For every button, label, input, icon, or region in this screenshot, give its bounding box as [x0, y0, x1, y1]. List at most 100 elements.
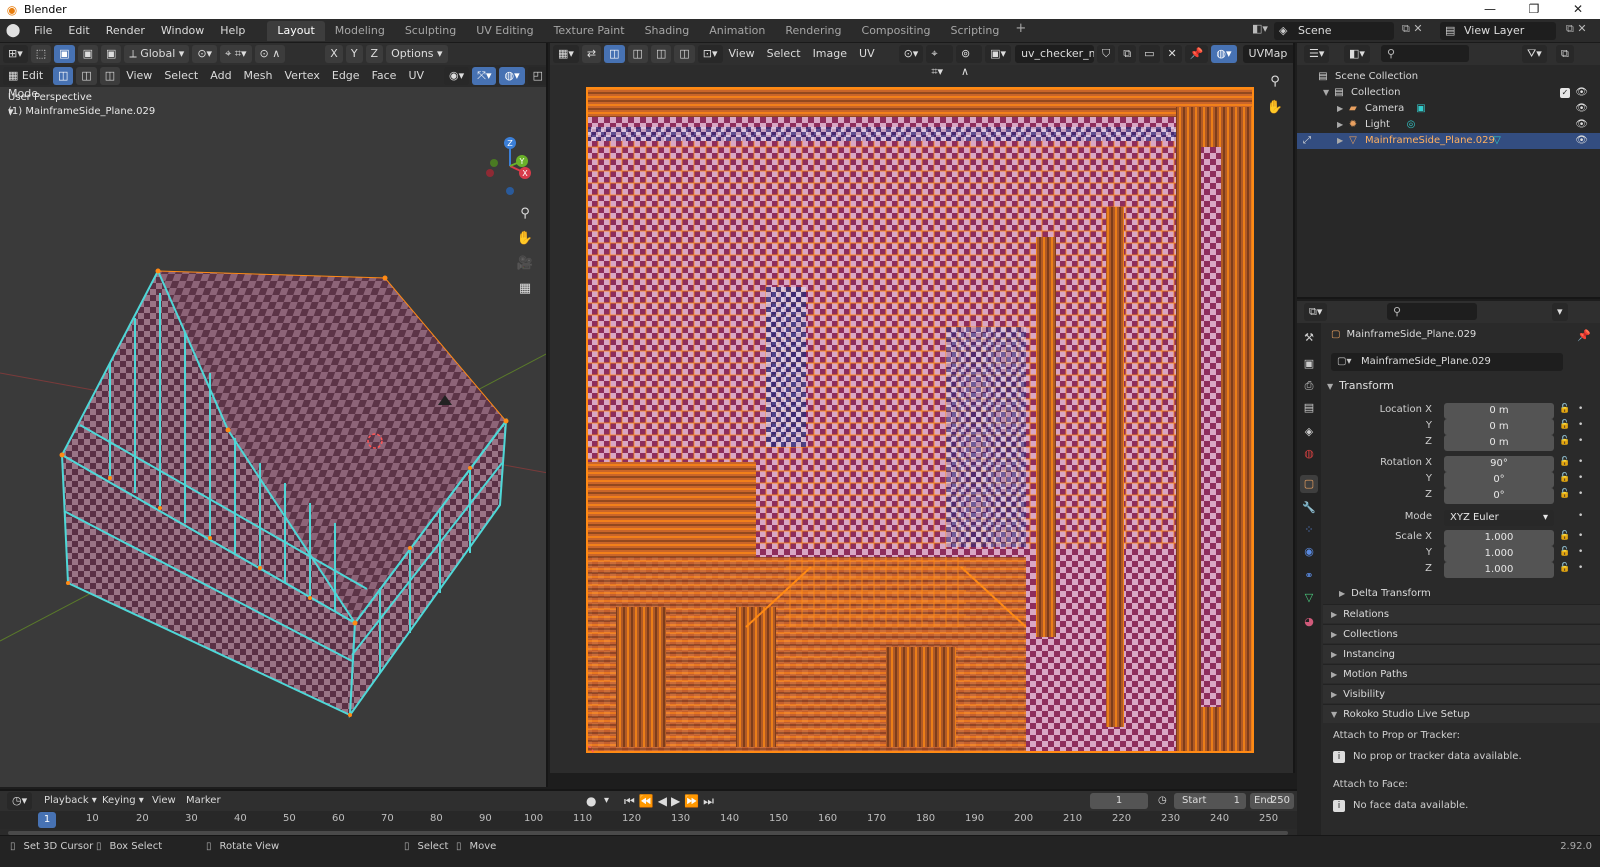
mirror-z-toggle[interactable]: Z	[365, 45, 384, 63]
outliner-row-scene-collection[interactable]: ▤ Scene Collection	[1297, 69, 1600, 85]
image-browse-icon[interactable]: ▣▾	[985, 45, 1012, 63]
timeline-menu-keying[interactable]: Keying ▾	[102, 791, 144, 811]
start-frame-field[interactable]: Start 1	[1174, 793, 1246, 809]
properties-options-icon[interactable]: ▾	[1552, 303, 1568, 321]
timeline-menu-view[interactable]: View	[152, 791, 176, 811]
outliner-filter-icon[interactable]: ⛛▾	[1522, 45, 1547, 63]
tab-rendering[interactable]: Rendering	[775, 21, 851, 41]
mirror-y-toggle[interactable]: Y	[345, 45, 363, 63]
tab-uv-editing[interactable]: UV Editing	[466, 21, 543, 41]
menu-face[interactable]: Face	[366, 65, 403, 87]
world-tab-icon[interactable]: ◍	[1300, 445, 1318, 463]
mesh-data-tab-icon[interactable]: ▽	[1300, 589, 1318, 607]
location-x-keyframe-icon[interactable]: •	[1578, 404, 1583, 414]
uv-island-bottom-post-1[interactable]	[616, 607, 666, 747]
uv-island-top-band[interactable]	[586, 87, 1254, 117]
mirror-x-toggle[interactable]: X	[325, 45, 343, 63]
current-frame-indicator[interactable]: 1	[38, 812, 56, 828]
instancing-panel[interactable]: ▶ Instancing	[1323, 644, 1600, 663]
mode-selector[interactable]: ▦ Edit Mode ▾	[3, 67, 50, 118]
maximize-icon[interactable]: ❐	[1512, 0, 1556, 19]
record-keyframe-icon[interactable]: ●	[586, 791, 596, 811]
relations-panel[interactable]: ▶ Relations	[1323, 604, 1600, 623]
navigation-gizmo[interactable]: Z X Y	[480, 133, 540, 199]
new-view-layer-icon[interactable]: ⧉ ✕	[1566, 22, 1587, 36]
output-tab-icon[interactable]: ⎙	[1300, 377, 1318, 395]
object-name-field[interactable]: ▢▾ MainframeSide_Plane.029	[1331, 353, 1563, 371]
menu-uv[interactable]: UV	[402, 65, 430, 87]
uv-menu-select[interactable]: Select	[761, 43, 807, 65]
rotation-y-keyframe-icon[interactable]: •	[1578, 473, 1583, 483]
properties-editor[interactable]: ⧉▾ ⚲ ▾ ⚒ ▣ ⎙ ▤ ◈ ◍ ▢ 🔧 ⁘ ◉ ⚭ ▽ ◕ ▢ Mainfr…	[1297, 301, 1600, 835]
expand-light-icon[interactable]: ▶	[1337, 117, 1343, 133]
tab-sculpting[interactable]: Sculpting	[395, 21, 466, 41]
xray-toggle-icon[interactable]: ◰	[527, 67, 546, 85]
menu-edge[interactable]: Edge	[326, 65, 366, 87]
use-preview-range-icon[interactable]: ◷	[1158, 791, 1167, 811]
mesh-data-icon[interactable]: ▽	[1491, 135, 1503, 147]
transform-orientation-dropdown[interactable]: ⟂ Global ▾	[124, 45, 190, 63]
transform-panel-title[interactable]: ▼ Transform	[1327, 379, 1394, 392]
uv-island-bottom-grid[interactable]	[786, 557, 966, 627]
rotation-mode-dropdown[interactable]: XYZ Euler ▾	[1444, 510, 1554, 526]
scale-z-lock-icon[interactable]: 🔓	[1559, 563, 1570, 573]
outliner-row-light[interactable]: ▶ ✹ Light ◎ 👁	[1297, 117, 1600, 133]
3d-scene[interactable]	[0, 43, 548, 787]
add-workspace-button[interactable]: +	[1009, 21, 1032, 41]
gizmo-neg-x-icon[interactable]	[486, 169, 494, 177]
3d-viewport[interactable]: ⊞▾ ⬚ ▣ ▣ ▣ ⟂ Global ▾ ⊙▾ ⌖ ⌗▾ ⊙ ∧ X Y Z …	[0, 43, 548, 787]
uv-editor[interactable]: ▦▾ ⇄ ◫ ◫ ◫ ◫ ⊡▾ View Select Image UV ⊙▾ …	[550, 43, 1295, 773]
scale-z-keyframe-icon[interactable]: •	[1578, 563, 1583, 573]
menu-vertex[interactable]: Vertex	[279, 65, 326, 87]
uv-island-post-2[interactable]	[1106, 207, 1124, 727]
uv-pivot-icon[interactable]: ⊙▾	[898, 45, 924, 63]
uv-island-blue-column-2[interactable]	[946, 327, 1026, 547]
current-frame-field[interactable]: 1	[1090, 793, 1148, 809]
pan-hand-icon[interactable]: ✋	[514, 228, 536, 250]
collection-eye-icon[interactable]: 👁	[1575, 85, 1588, 101]
uv-sync-selection-icon[interactable]: ⇄	[581, 45, 602, 63]
rotation-x-lock-icon[interactable]: 🔓	[1559, 457, 1570, 467]
fake-user-icon[interactable]: ⛉	[1096, 45, 1116, 63]
location-y-keyframe-icon[interactable]: •	[1578, 420, 1583, 430]
uv-island-window-row[interactable]	[586, 141, 1226, 169]
expand-collection-icon[interactable]: ▼	[1323, 85, 1329, 101]
image-name-field[interactable]: uv_checker_map_cu...	[1015, 45, 1094, 63]
uv-snap-icon[interactable]: ⌖ ⌗▾	[926, 45, 953, 78]
minimize-icon[interactable]: —	[1468, 0, 1512, 19]
motion-paths-panel[interactable]: ▶ Motion Paths	[1323, 664, 1600, 683]
render-tab-icon[interactable]: ▣	[1300, 355, 1318, 373]
uv-editor-type-icon[interactable]: ▦▾	[553, 45, 579, 63]
timeline[interactable]: ◷▾ Playback ▾ Keying ▾ View Marker ● ▾ ⏮…	[0, 789, 1297, 835]
uv-menu-uv[interactable]: UV	[853, 43, 881, 65]
face-select-icon[interactable]: ◫	[99, 67, 121, 85]
outliner-row-mainframe[interactable]: ⤢ ▶ ▽ MainframeSide_Plane.029 ▽ 👁	[1297, 133, 1600, 149]
tab-scripting[interactable]: Scripting	[940, 21, 1009, 41]
outliner[interactable]: ☰▾ ◧▾ ⚲ ⛛▾ ⧉ ▤ Scene Collection ▼ ▤ Coll…	[1297, 43, 1600, 299]
tab-compositing[interactable]: Compositing	[852, 21, 941, 41]
close-icon[interactable]: ✕	[1556, 0, 1600, 19]
uv-overlay-icon[interactable]: ◍▾	[1211, 45, 1237, 63]
uv-menu-view[interactable]: View	[723, 43, 761, 65]
location-x-lock-icon[interactable]: 🔓	[1559, 404, 1570, 414]
gizmo-neg-z-icon[interactable]	[506, 187, 514, 195]
outliner-display-mode-icon[interactable]: ◧▾	[1344, 45, 1370, 63]
scale-z-field[interactable]: 1.000	[1444, 562, 1554, 578]
editor-type-icon[interactable]: ⊞▾	[3, 45, 28, 63]
uv-island-mode-icon[interactable]: ◫	[674, 45, 695, 63]
playback-controls-icon[interactable]: ⏮⏪◀▶⏩⏭	[624, 791, 718, 811]
uv-proportional-icon[interactable]: ⊚ ∧	[956, 45, 983, 78]
uv-layout-canvas[interactable]	[586, 87, 1254, 753]
uv-pan-hand-icon[interactable]: ✋	[1264, 97, 1286, 119]
tab-animation[interactable]: Animation	[699, 21, 775, 41]
menu-file[interactable]: File	[26, 19, 60, 43]
modifiers-tab-icon[interactable]: 🔧	[1300, 499, 1318, 517]
proportional-edit-icon[interactable]: ⊙ ∧	[254, 45, 286, 63]
scene-browse-icon[interactable]: ◧▾	[1252, 22, 1268, 35]
tab-texture-paint[interactable]: Texture Paint	[544, 21, 635, 41]
uv-edge-mode-icon[interactable]: ◫	[627, 45, 648, 63]
select-tool-icon[interactable]: ⬚	[30, 45, 52, 63]
uv-sticky-select-icon[interactable]: ⊡▾	[697, 45, 723, 63]
gizmo-neg-y-icon[interactable]	[490, 159, 498, 167]
rokoko-panel[interactable]: ▼ Rokoko Studio Live Setup	[1323, 704, 1600, 723]
